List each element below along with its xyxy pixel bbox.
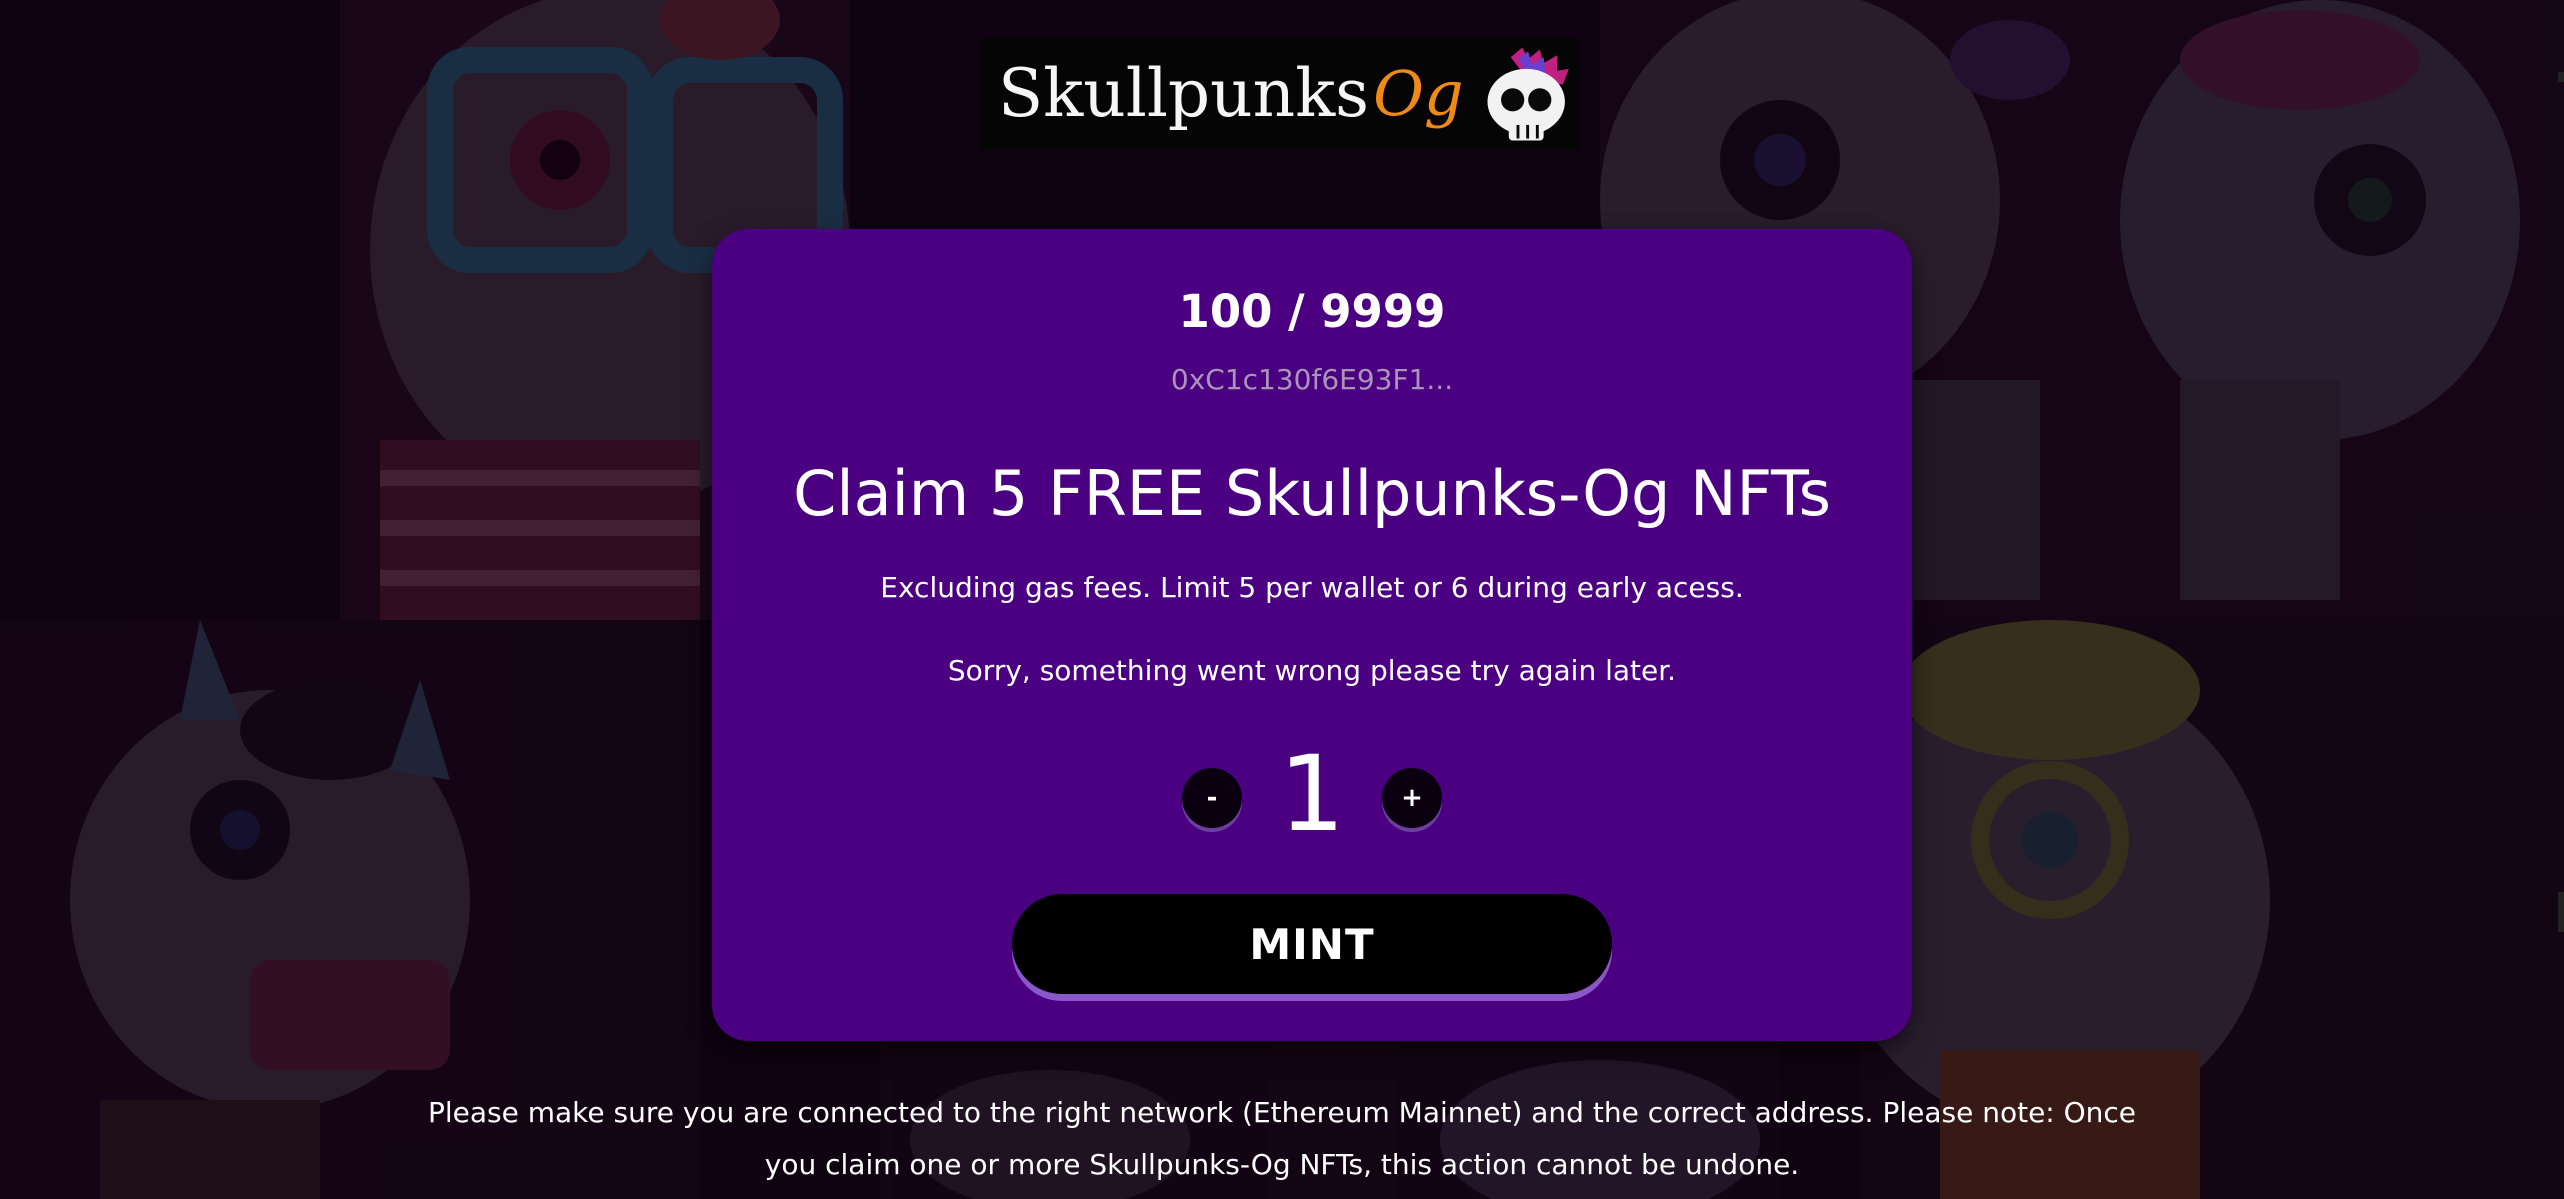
- decrement-button[interactable]: -: [1182, 768, 1242, 828]
- page: Skullpunks Og 100 / 9999 0xC1c130f6E93F1…: [0, 0, 2564, 1199]
- mint-button[interactable]: MINT: [1012, 894, 1612, 994]
- contract-address-link[interactable]: 0xC1c130f6E93F1...: [712, 363, 1912, 396]
- logo-wordmark: Skullpunks: [998, 55, 1370, 132]
- quantity-value: 1: [1278, 733, 1346, 855]
- network-notice: Please make sure you are connected to th…: [427, 1096, 2137, 1181]
- scrollbar-thumb[interactable]: [2558, 892, 2564, 932]
- error-message: Sorry, something went wrong please try a…: [947, 654, 1677, 687]
- supply-counter: 100 / 9999: [1178, 285, 1446, 338]
- mint-card: 100 / 9999 0xC1c130f6E93F1... Claim 5 FR…: [712, 229, 1912, 1041]
- logo-accent-text: Og: [1373, 57, 1464, 130]
- increment-button[interactable]: +: [1382, 768, 1442, 828]
- limit-description: Excluding gas fees. Limit 5 per wallet o…: [880, 571, 1744, 604]
- brand-logo: Skullpunks Og: [980, 38, 1580, 150]
- claim-headline: Claim 5 FREE Skullpunks-Og NFTs: [793, 457, 1831, 530]
- quantity-stepper: - 1 +: [712, 739, 1912, 849]
- scrollbar-thumb-top[interactable]: [2558, 72, 2564, 82]
- skull-mohawk-icon: [1487, 47, 1569, 141]
